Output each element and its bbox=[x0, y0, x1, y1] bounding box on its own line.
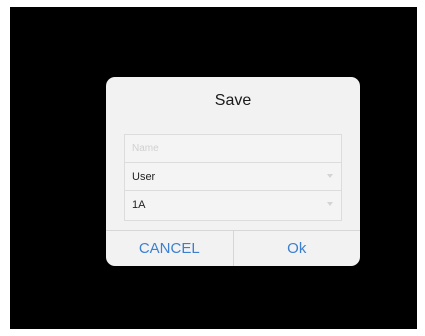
screen-backdrop: Save User 1A CANCEL Ok bbox=[10, 7, 417, 329]
user-select-value: User bbox=[132, 170, 156, 183]
ok-button[interactable]: Ok bbox=[232, 231, 361, 266]
group-select-value: 1A bbox=[132, 199, 146, 211]
dialog-buttons: CANCEL Ok bbox=[106, 230, 360, 266]
save-dialog: Save User 1A CANCEL Ok bbox=[106, 77, 360, 266]
user-select[interactable]: User bbox=[125, 163, 341, 191]
dialog-title: Save bbox=[214, 92, 252, 109]
group-select[interactable]: 1A bbox=[125, 191, 341, 219]
name-input[interactable] bbox=[132, 143, 332, 154]
name-row bbox=[125, 135, 341, 163]
cancel-button[interactable]: CANCEL bbox=[106, 231, 233, 266]
chevron-down-icon bbox=[327, 202, 333, 206]
save-form: User 1A bbox=[124, 134, 342, 221]
chevron-down-icon bbox=[327, 174, 333, 178]
